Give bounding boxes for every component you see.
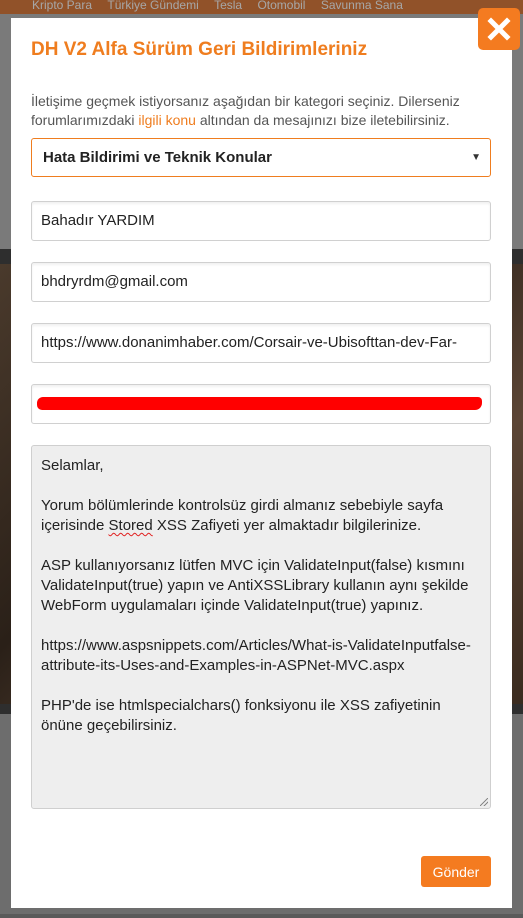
feedback-modal: DH V2 Alfa Sürüm Geri Bildirimleriniz İl… <box>11 18 512 908</box>
resize-handle-icon[interactable] <box>480 798 488 806</box>
email-input[interactable]: bhdryrdm@gmail.com <box>31 262 491 302</box>
close-button[interactable] <box>478 8 520 50</box>
close-icon <box>487 17 511 41</box>
email-input-value: bhdryrdm@gmail.com <box>41 273 188 290</box>
message-paragraph: ASP kullanıyorsanız lütfen MVC için Vali… <box>41 557 469 614</box>
bg-nav-item: Tesla <box>214 0 243 12</box>
send-button[interactable]: Gönder <box>421 856 491 887</box>
message-paragraph: PHP'de ise htmlspecialchars() fonksiyonu… <box>41 697 441 734</box>
modal-title: DH V2 Alfa Sürüm Geri Bildirimleriniz <box>31 39 368 60</box>
category-selected-value: Hata Bildirimi ve Teknik Konular <box>43 149 272 166</box>
message-paragraph: Selamlar, <box>41 457 104 474</box>
category-select[interactable]: Hata Bildirimi ve Teknik Konular ▼ <box>31 138 491 177</box>
bg-nav-item: Türkiye Gündemi <box>107 0 199 12</box>
message-paragraph: Yorum bölümlerinde kontrolsüz girdi alma… <box>41 496 481 536</box>
intro-text: İletişime geçmek istiyorsanız aşağıdan b… <box>31 92 493 130</box>
triangle-down-icon: ▼ <box>471 152 481 163</box>
bg-nav-item: Otomobil <box>257 0 306 12</box>
redacted-input[interactable] <box>31 384 491 424</box>
message-text: XSS Zafiyeti yer almaktadır bilgileriniz… <box>152 517 422 534</box>
redaction-mark <box>37 397 482 410</box>
message-textarea[interactable]: Selamlar, Yorum bölümlerinde kontrolsüz … <box>31 445 491 809</box>
message-paragraph: https://www.aspsnippets.com/Articles/Wha… <box>41 637 471 674</box>
name-input-value: Bahadır YARDIM <box>41 212 155 229</box>
bg-nav-item: Kripto Para <box>32 0 93 12</box>
intro-text-part: altından da mesajınızı bize iletebilirsi… <box>195 112 450 128</box>
background-nav: Kripto Para Türkiye Gündemi Tesla Otomob… <box>0 0 523 14</box>
related-topic-link[interactable]: ilgili konu <box>138 112 196 128</box>
url-input[interactable]: https://www.donanimhaber.com/Corsair-ve-… <box>31 323 491 363</box>
message-text: Stored <box>108 517 153 534</box>
url-input-value: https://www.donanimhaber.com/Corsair-ve-… <box>41 334 457 351</box>
name-input[interactable]: Bahadır YARDIM <box>31 201 491 241</box>
bg-nav-item: Savunma Sana <box>320 0 403 12</box>
